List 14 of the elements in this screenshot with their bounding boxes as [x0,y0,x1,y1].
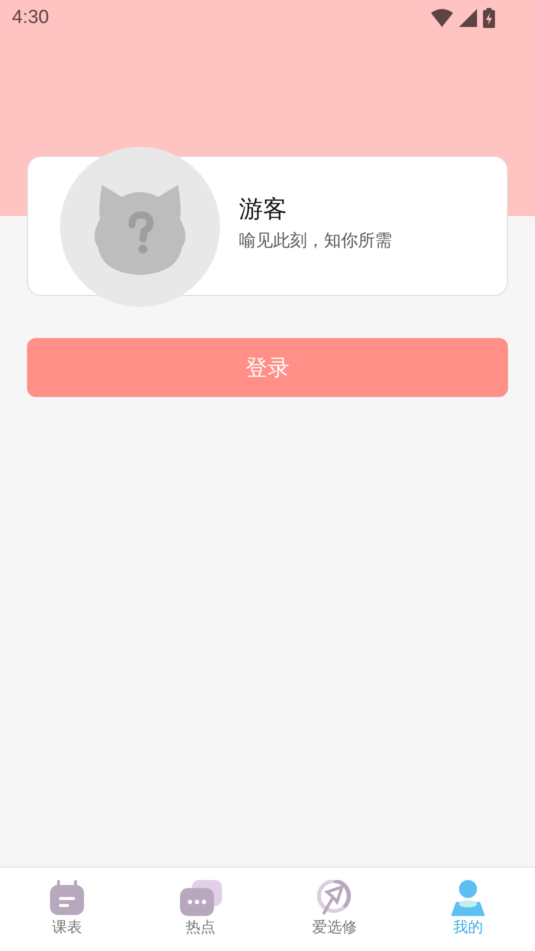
wifi-icon [431,9,453,27]
signal-icon [459,9,477,27]
compass-icon [316,880,352,916]
user-name: 游客 [239,194,288,224]
calendar-icon [48,880,85,916]
battery-icon [483,8,495,28]
nav-tab[interactable]: 爱选修 [268,868,402,951]
user-tagline: 喻见此刻，知你所需 [239,230,392,252]
chat-icon [180,880,222,916]
nav-tab[interactable]: 热点 [134,868,268,951]
nav-tab[interactable]: 我的 [401,868,535,951]
nav-tab[interactable]: 课表 [0,868,134,951]
user-icon [451,880,486,916]
status-time: 4:30 [12,7,49,29]
